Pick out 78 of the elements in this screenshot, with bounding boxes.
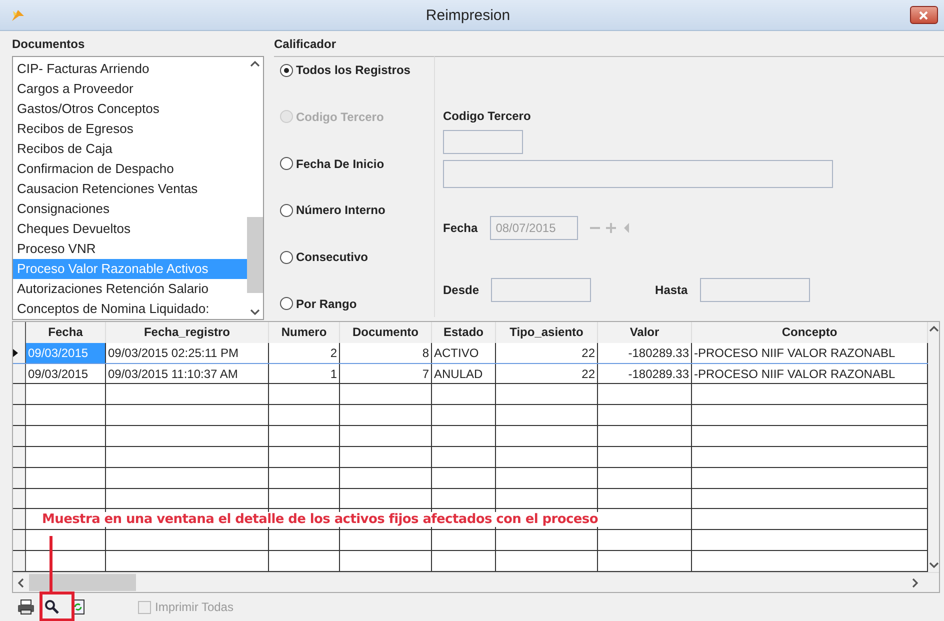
table-cell: 09/03/2015: [26, 364, 106, 384]
row-header[interactable]: [13, 342, 26, 363]
document-item[interactable]: CIP- Facturas Arriendo: [13, 59, 247, 79]
table-cell: 2: [269, 342, 340, 363]
annotation-text: Muestra en una ventana el detalle de los activos fijos afectados con el proceso: [40, 512, 600, 527]
column-header[interactable]: Valor: [598, 322, 692, 343]
documentos-label: Documentos: [12, 36, 86, 53]
hasta-field[interactable]: [700, 278, 810, 302]
close-icon: [919, 10, 928, 20]
radio-button[interactable]: [280, 157, 293, 170]
table-cell: 22: [496, 342, 598, 363]
scroll-up-icon[interactable]: [928, 325, 938, 333]
scroll-up-icon[interactable]: [250, 60, 260, 68]
table-cell: -180289.33: [598, 342, 692, 363]
document-item[interactable]: Autorizaciones Retención Salario: [13, 279, 247, 299]
desde-label: Desde: [443, 283, 480, 297]
scroll-down-icon[interactable]: [928, 561, 938, 569]
document-item[interactable]: Recibos de Caja: [13, 139, 247, 159]
radio-button[interactable]: [280, 204, 293, 217]
table-cell: 09/03/2015 11:10:37 AM: [106, 364, 269, 384]
document-item[interactable]: Cargos a Proveedor: [13, 79, 247, 99]
window-title: Reimpresion: [426, 6, 510, 24]
table-cell: 09/03/2015: [26, 342, 106, 363]
document-item[interactable]: Confirmacion de Despacho: [13, 159, 247, 179]
column-header[interactable]: Numero: [269, 322, 340, 343]
document-item[interactable]: Cheques Devueltos: [13, 219, 247, 239]
nombre-field[interactable]: [443, 160, 833, 188]
column-header[interactable]: Documento: [340, 322, 432, 343]
calificador-label: Calificador: [274, 36, 338, 53]
fecha-label: Fecha: [443, 221, 478, 235]
radio-button[interactable]: [280, 64, 293, 76]
close-button[interactable]: [910, 6, 938, 24]
row-header[interactable]: [13, 509, 26, 530]
radio-button[interactable]: [280, 297, 293, 310]
table-cell: ACTIVO: [432, 342, 496, 363]
column-header[interactable]: Tipo_asiento: [496, 322, 598, 343]
document-item[interactable]: Recibos de Egresos: [13, 119, 247, 139]
codigo-field[interactable]: [443, 130, 523, 154]
document-item[interactable]: Conceptos de Nomina Liquidado:: [13, 299, 247, 319]
radio-option[interactable]: Número Interno: [280, 203, 434, 218]
row-header[interactable]: [13, 364, 26, 384]
table-cell: 09/03/2015 02:25:11 PM: [106, 342, 269, 363]
row-header[interactable]: [13, 530, 26, 550]
column-header[interactable]: Estado: [432, 322, 496, 343]
row-header[interactable]: [13, 468, 26, 488]
document-item[interactable]: Causacion Retenciones Ventas: [13, 179, 247, 199]
scroll-left-icon[interactable]: [17, 578, 25, 588]
current-row-icon: [13, 348, 18, 357]
print-button[interactable]: [16, 597, 36, 617]
desde-field[interactable]: [491, 278, 592, 302]
table-cell: -180289.33: [598, 364, 692, 384]
row-header[interactable]: [13, 551, 26, 571]
table-cell: 8: [340, 342, 432, 363]
row-header[interactable]: [13, 405, 26, 426]
document-item[interactable]: Gastos/Otros Conceptos: [13, 99, 247, 119]
radio-option[interactable]: Consecutivo: [280, 250, 434, 264]
table-cell: 1: [269, 364, 340, 384]
radio-option[interactable]: Por Rango: [280, 296, 434, 311]
scroll-right-icon[interactable]: [911, 578, 919, 588]
document-item[interactable]: Consignaciones: [13, 199, 247, 219]
app-icon: [10, 7, 26, 23]
row-header[interactable]: [13, 426, 26, 446]
column-header[interactable]: Fecha_registro: [106, 322, 269, 343]
grid-horizontal-scrollbar[interactable]: [13, 572, 939, 592]
radio-button[interactable]: [280, 250, 293, 264]
table-cell: 22: [496, 364, 598, 384]
hasta-label: Hasta: [655, 283, 688, 297]
table-cell: ANULAD: [432, 364, 496, 384]
radio-option[interactable]: Fecha De Inicio: [280, 156, 434, 171]
grid-vertical-scrollbar[interactable]: [928, 322, 939, 572]
row-header[interactable]: [13, 488, 26, 508]
scroll-down-icon[interactable]: [250, 308, 260, 316]
row-header[interactable]: [13, 384, 26, 404]
row-header[interactable]: [13, 446, 26, 467]
table-cell: 7: [340, 364, 432, 384]
document-item[interactable]: Proceso VNR: [13, 239, 247, 259]
codigo-tercero-label: Codigo Tercero: [443, 109, 532, 123]
radio-option[interactable]: Todos los Registros: [280, 63, 434, 77]
